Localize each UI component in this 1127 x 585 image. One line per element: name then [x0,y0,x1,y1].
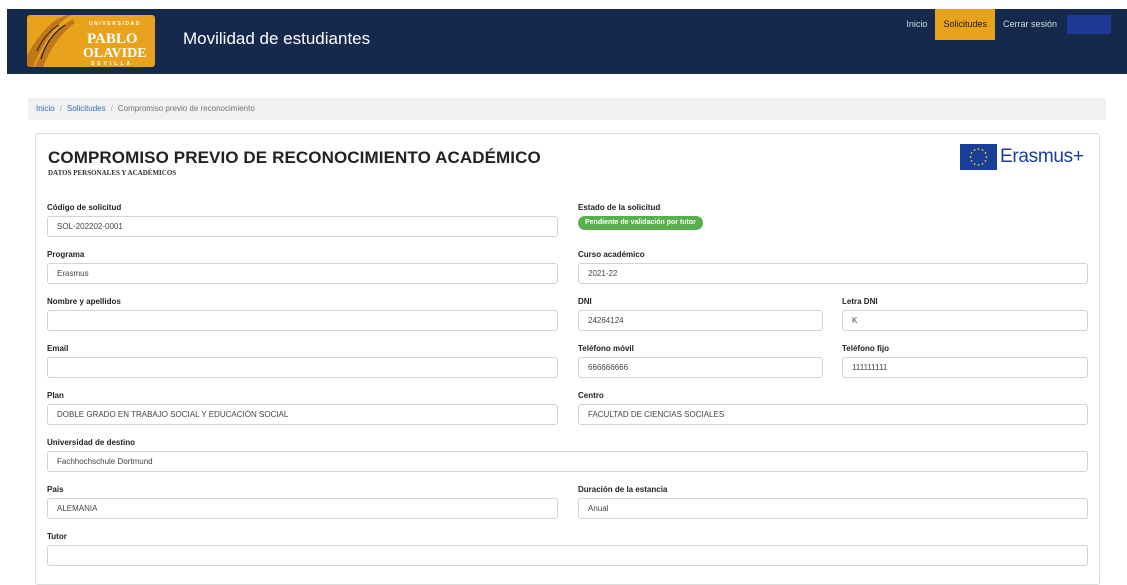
site-title: Movilidad de estudiantes [183,29,371,48]
university-logo[interactable]: UNIVERSIDAD PABLO OLAVIDE SEVILLA [27,15,155,67]
duracion-field[interactable]: Anual [578,498,1088,519]
label-centro: Centro [578,391,604,400]
breadcrumb-inicio[interactable]: Inicio [36,104,55,113]
label-programa: Programa [47,250,85,259]
nav-inicio[interactable]: Inicio [898,9,935,40]
label-estado: Estado de la solicitud [578,203,661,212]
logo-text-sevilla: SEVILLA [91,61,133,67]
nav-cerrar-sesion[interactable]: Cerrar sesión [995,9,1065,40]
erasmus-logo: Erasmus+ [960,144,1084,170]
label-letra: Letra DNI [842,297,878,306]
universidad-field[interactable]: Fachhochschule Dortmund [47,451,1088,472]
label-curso: Curso académico [578,250,645,259]
movil-field[interactable]: 666666666 [578,357,823,378]
label-universidad: Universidad de destino [47,438,136,447]
logo-text-olavide: OLAVIDE [83,46,147,61]
user-name-box[interactable] [1067,15,1111,34]
breadcrumb-solicitudes[interactable]: Solicitudes [67,104,106,113]
nav-solicitudes[interactable]: Solicitudes [935,9,995,40]
label-codigo: Código de solicitud [47,203,122,212]
tutor-field[interactable] [47,545,1088,566]
curso-field[interactable]: 2021-22 [578,263,1088,284]
breadcrumb-current: Compromiso previo de reconocimiento [117,104,255,113]
label-tutor: Tutor [47,532,67,541]
label-email: Email [47,344,69,353]
pais-field[interactable]: ALEMANIA [47,498,558,519]
label-fijo: Teléfono fijo [842,344,889,353]
email-field[interactable] [47,357,558,378]
label-movil: Teléfono móvil [578,344,634,353]
fijo-field[interactable]: 111111111 [842,357,1088,378]
programa-field[interactable]: Erasmus [47,263,558,284]
top-nav: Inicio Solicitudes Cerrar sesión [898,9,1127,40]
dni-field[interactable]: 24264124 [578,310,823,331]
label-dni: DNI [578,297,592,306]
eu-flag-icon [960,144,997,170]
top-navbar: UNIVERSIDAD PABLO OLAVIDE SEVILLA Movili… [7,9,1127,74]
breadcrumb: Inicio / Solicitudes / Compromiso previo de … [28,98,1106,120]
status-badge: Pendiente de validación por tutor [578,216,703,230]
logo-text-universidad: UNIVERSIDAD [89,21,141,27]
page-title: COMPROMISO PREVIO DE RECONOCIMIENTO ACAD… [48,148,541,167]
plan-field[interactable]: DOBLE GRADO EN TRABAJO SOCIAL Y EDUCACIÓ… [47,404,558,425]
form-card: COMPROMISO PREVIO DE RECONOCIMIENTO ACAD… [35,133,1100,585]
logo-text-pablo: PABLO [87,31,138,47]
centro-field[interactable]: FACULTAD DE CIENCIAS SOCIALES [578,404,1088,425]
nombre-field[interactable] [47,310,558,331]
label-pais: País [47,485,64,494]
erasmus-brand: Erasmus+ [1000,146,1084,167]
letra-dni-field[interactable]: K [842,310,1088,331]
section-subtitle: DATOS PERSONALES Y ACADÉMICOS [48,169,177,177]
label-nombre: Nombre y apellidos [47,297,121,306]
label-plan: Plan [47,391,64,400]
codigo-field[interactable]: SOL-202202-0001 [47,216,558,237]
label-duracion: Duración de la estancia [578,485,668,494]
